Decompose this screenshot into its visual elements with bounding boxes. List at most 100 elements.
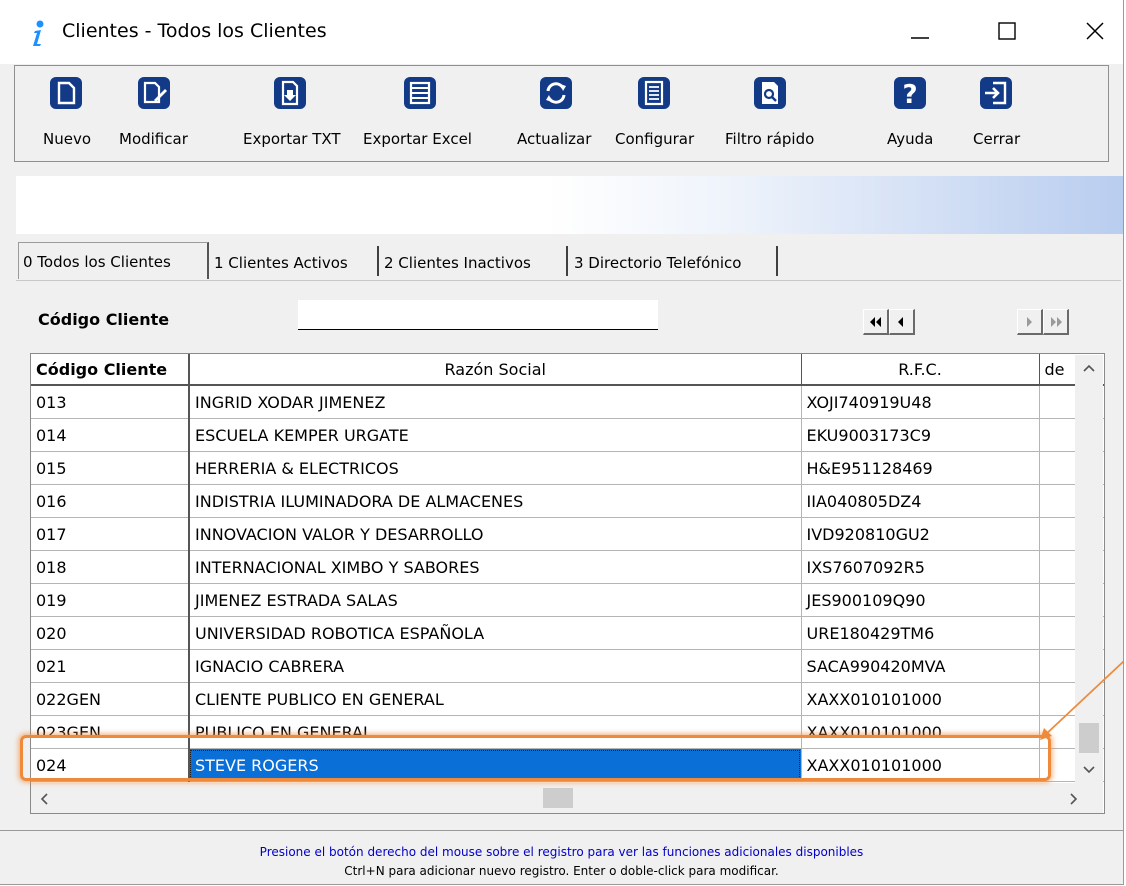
tab-todos-clientes[interactable]: 0 Todos los Clientes: [18, 242, 209, 279]
tab-pane-border: [16, 280, 1121, 281]
previous-record-button[interactable]: [889, 309, 915, 335]
scroll-down-icon[interactable]: [1083, 765, 1095, 775]
toolbar-label: Modificar: [119, 130, 188, 148]
scroll-right-icon[interactable]: [1069, 793, 1079, 805]
help-icon: ?: [894, 77, 926, 110]
maximize-button[interactable]: [980, 6, 1036, 58]
cell-razon-social[interactable]: HERRERIA & ELECTRICOS: [189, 451, 802, 485]
table-row[interactable]: 014 ESCUELA KEMPER URGATE EKU9003173C9: [31, 418, 1104, 452]
actualizar-button[interactable]: Actualizar: [515, 66, 601, 162]
horizontal-scrollbar[interactable]: [31, 783, 1103, 813]
table-row[interactable]: 013 INGRID XODAR JIMENEZ XOJI740919U48: [31, 385, 1104, 419]
cell-razon-social[interactable]: INNOVACION VALOR Y DESARROLLO: [189, 517, 802, 551]
cell-codigo[interactable]: 018: [31, 550, 190, 584]
configure-icon: [638, 77, 670, 109]
cell-rfc[interactable]: URE180429TM6: [801, 616, 1040, 650]
horizontal-scroll-thumb[interactable]: [543, 788, 573, 808]
tab-separator: [776, 246, 778, 276]
column-header-razon-social[interactable]: Razón Social: [189, 354, 802, 386]
cell-rfc[interactable]: XOJI740919U48: [801, 385, 1040, 419]
cell-razon-social[interactable]: JIMENEZ ESTRADA SALAS: [189, 583, 802, 617]
minimize-button[interactable]: [893, 6, 949, 58]
toolbar-label: Filtro rápido: [725, 130, 815, 148]
cell-rfc[interactable]: XAXX010101000: [801, 682, 1040, 716]
cell-codigo[interactable]: 022GEN: [31, 682, 190, 716]
close-button[interactable]: [1068, 6, 1123, 58]
toolbar-label: Configurar: [615, 130, 695, 148]
exit-icon: [980, 77, 1012, 109]
cell-codigo[interactable]: 020: [31, 616, 190, 650]
scroll-up-icon[interactable]: [1083, 363, 1095, 373]
column-header-codigo[interactable]: Código Cliente: [31, 354, 190, 386]
exportar-txt-button[interactable]: Exportar TXT: [241, 66, 353, 162]
filtro-rapido-button[interactable]: Filtro rápido: [725, 66, 825, 162]
tab-directorio-telefonico[interactable]: 3 Directorio Telefónico: [574, 244, 774, 278]
exportar-excel-button[interactable]: Exportar Excel: [361, 66, 485, 162]
first-record-button[interactable]: [863, 309, 889, 335]
tab-clientes-inactivos[interactable]: 2 Clientes Inactivos: [384, 244, 564, 278]
table-row[interactable]: 019 JIMENEZ ESTRADA SALAS JES900109Q90: [31, 583, 1104, 617]
cell-codigo[interactable]: 021: [31, 649, 190, 683]
scroll-left-icon[interactable]: [39, 793, 49, 805]
toolbar-label: Cerrar: [973, 130, 1021, 148]
cell-codigo[interactable]: 019: [31, 583, 190, 617]
cell-rfc[interactable]: JES900109Q90: [801, 583, 1040, 617]
codigo-cliente-input[interactable]: [298, 300, 658, 330]
first-record-icon: [870, 317, 881, 327]
app-info-icon: [33, 20, 44, 46]
tab-clientes-activos[interactable]: 1 Clientes Activos: [214, 244, 374, 278]
next-record-icon: [1027, 317, 1032, 327]
column-header-rfc[interactable]: R.F.C.: [801, 354, 1040, 386]
cell-codigo[interactable]: 015: [31, 451, 190, 485]
new-document-icon: [50, 77, 82, 109]
cell-codigo[interactable]: 017: [31, 517, 190, 551]
cell-codigo[interactable]: 016: [31, 484, 190, 518]
next-record-button[interactable]: [1017, 309, 1043, 335]
refresh-icon: [540, 77, 572, 109]
configurar-button[interactable]: Configurar: [613, 66, 705, 162]
modificar-button[interactable]: Modificar: [119, 66, 197, 162]
cell-rfc[interactable]: IVD920810GU2: [801, 517, 1040, 551]
cell-codigo[interactable]: 014: [31, 418, 190, 452]
cerrar-button[interactable]: Cerrar: [969, 66, 1025, 162]
cell-razon-social[interactable]: UNIVERSIDAD ROBOTICA ESPAÑOLA: [189, 616, 802, 650]
tab-separator: [566, 246, 568, 276]
last-record-icon: [1051, 317, 1062, 327]
export-excel-icon: [404, 77, 436, 109]
cell-rfc[interactable]: SACA990420MVA: [801, 649, 1040, 683]
cell-razon-social[interactable]: INTERNACIONAL XIMBO Y SABORES: [189, 550, 802, 584]
ayuda-button[interactable]: ? Ayuda: [883, 66, 939, 162]
table-row[interactable]: 018 INTERNACIONAL XIMBO Y SABORES IXS760…: [31, 550, 1104, 584]
table-row[interactable]: 016 INDISTRIA ILUMINADORA DE ALMACENES I…: [31, 484, 1104, 518]
svg-text:?: ?: [902, 80, 917, 110]
cell-rfc[interactable]: IXS7607092R5: [801, 550, 1040, 584]
clientes-window: Clientes - Todos los Clientes Nuevo Modi…: [0, 0, 1124, 885]
header-banner: [16, 176, 1123, 234]
minimize-icon: [911, 37, 929, 39]
toolbar-label: Ayuda: [887, 130, 934, 148]
table-row[interactable]: 022GEN CLIENTE PUBLICO EN GENERAL XAXX01…: [31, 682, 1104, 716]
nuevo-button[interactable]: Nuevo: [39, 66, 99, 162]
cell-razon-social[interactable]: ESCUELA KEMPER URGATE: [189, 418, 802, 452]
table-row[interactable]: 015 HERRERIA & ELECTRICOS H&E951128469: [31, 451, 1104, 485]
cell-razon-social[interactable]: CLIENTE PUBLICO EN GENERAL: [189, 682, 802, 716]
close-icon: [1086, 22, 1104, 40]
cell-razon-social[interactable]: INGRID XODAR JIMENEZ: [189, 385, 802, 419]
title-bar: Clientes - Todos los Clientes: [0, 0, 1123, 64]
status-hint-right-click: Presione el botón derecho del mouse sobr…: [259, 845, 864, 859]
toolbar-label: Exportar TXT: [243, 130, 341, 148]
tab-separator: [377, 246, 379, 276]
table-row[interactable]: 020 UNIVERSIDAD ROBOTICA ESPAÑOLA URE180…: [31, 616, 1104, 650]
toolbar-label: Nuevo: [43, 130, 92, 148]
last-record-button[interactable]: [1043, 309, 1069, 335]
cell-codigo[interactable]: 013: [31, 385, 190, 419]
window-title: Clientes - Todos los Clientes: [62, 20, 327, 42]
cell-rfc[interactable]: EKU9003173C9: [801, 418, 1040, 452]
cell-razon-social[interactable]: INDISTRIA ILUMINADORA DE ALMACENES: [189, 484, 802, 518]
table-row[interactable]: 017 INNOVACION VALOR Y DESARROLLO IVD920…: [31, 517, 1104, 551]
cell-rfc[interactable]: IIA040805DZ4: [801, 484, 1040, 518]
cell-rfc[interactable]: H&E951128469: [801, 451, 1040, 485]
table-row[interactable]: 021 IGNACIO CABRERA SACA990420MVA: [31, 649, 1104, 683]
toolbar-label: Actualizar: [517, 130, 592, 148]
cell-razon-social[interactable]: IGNACIO CABRERA: [189, 649, 802, 683]
